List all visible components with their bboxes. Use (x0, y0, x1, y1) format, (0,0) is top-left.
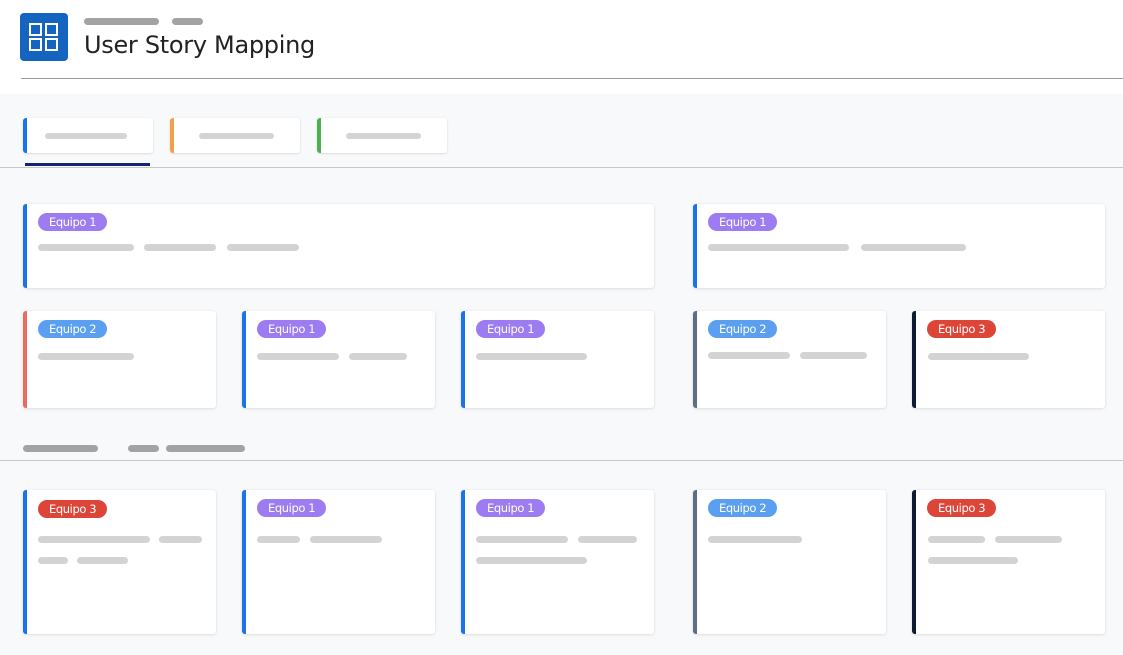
tab-accent (317, 118, 321, 153)
card-text (578, 536, 637, 543)
card-accent (912, 311, 916, 408)
team-badge: Equipo 1 (38, 213, 108, 231)
story-card[interactable]: Equipo 3 (912, 311, 1105, 408)
story-card[interactable]: Equipo 1 (461, 490, 654, 634)
release-label (128, 445, 159, 452)
card-text (476, 353, 587, 360)
team-badge: Equipo 3 (927, 320, 997, 338)
active-tab-indicator (25, 163, 150, 166)
card-accent (461, 311, 465, 408)
page-header: User Story Mapping (0, 0, 1123, 94)
story-card[interactable]: Equipo 1 (461, 311, 654, 408)
story-card[interactable]: Equipo 2 (693, 490, 886, 634)
card-text (38, 244, 134, 251)
card-accent (693, 490, 697, 634)
team-badge: Equipo 1 (476, 320, 546, 338)
card-text (310, 536, 382, 543)
team-badge: Equipo 1 (257, 499, 327, 517)
tab-label (45, 133, 127, 139)
card-accent (23, 204, 27, 288)
team-badge: Equipo 3 (38, 500, 108, 518)
tab-label (346, 133, 421, 139)
team-badge: Equipo 1 (708, 213, 778, 231)
card-text (38, 536, 150, 543)
team-badge: Equipo 1 (257, 320, 327, 338)
card-text (257, 536, 300, 543)
card-text (257, 353, 339, 360)
story-card[interactable]: Equipo 3 (912, 490, 1105, 634)
breadcrumb-item[interactable] (172, 18, 203, 25)
team-badge: Equipo 1 (476, 499, 546, 517)
release-divider (0, 460, 1123, 461)
card-text (708, 244, 849, 251)
tab-accent (23, 118, 27, 153)
card-text (928, 557, 1018, 564)
card-accent (242, 490, 246, 634)
breadcrumb-item[interactable] (84, 18, 159, 25)
card-text (77, 557, 128, 564)
card-text (159, 536, 202, 543)
tabs-divider (0, 167, 1123, 168)
card-text (708, 352, 790, 359)
story-card[interactable]: Equipo 3 (23, 490, 216, 634)
team-badge: Equipo 2 (38, 320, 108, 338)
card-text (38, 557, 68, 564)
tab-3[interactable] (317, 118, 447, 153)
card-text (38, 353, 134, 360)
card-accent (461, 490, 465, 634)
release-label (23, 445, 98, 452)
card-accent (23, 311, 27, 408)
card-text (708, 536, 802, 543)
grid-icon[interactable] (20, 13, 68, 61)
card-text (861, 244, 966, 251)
card-text (476, 557, 587, 564)
story-card[interactable]: Equipo 2 (693, 311, 886, 408)
card-text (995, 536, 1062, 543)
epic-card[interactable]: Equipo 1 (23, 204, 654, 288)
card-accent (242, 311, 246, 408)
tab-label (199, 133, 274, 139)
card-text (928, 536, 985, 543)
epic-card[interactable]: Equipo 1 (693, 204, 1105, 288)
story-card[interactable]: Equipo 1 (242, 490, 435, 634)
story-map-board: Equipo 1 Equipo 1 Equipo 2 Equipo 1 Equi… (0, 94, 1123, 655)
card-accent (693, 204, 697, 288)
tab-1[interactable] (23, 118, 153, 153)
team-badge: Equipo 2 (708, 320, 778, 338)
card-text (476, 536, 568, 543)
release-label (166, 445, 245, 452)
card-text (227, 244, 299, 251)
tab-2[interactable] (170, 118, 300, 153)
tab-accent (170, 118, 174, 153)
card-text (928, 353, 1029, 360)
card-accent (693, 311, 697, 408)
story-card[interactable]: Equipo 2 (23, 311, 216, 408)
page-title: User Story Mapping (84, 31, 315, 59)
team-badge: Equipo 2 (708, 499, 778, 517)
card-text (349, 353, 407, 360)
team-badge: Equipo 3 (927, 499, 997, 517)
header-divider (21, 78, 1123, 79)
card-accent (23, 490, 27, 634)
story-card[interactable]: Equipo 1 (242, 311, 435, 408)
card-accent (912, 490, 916, 634)
card-text (800, 352, 867, 359)
card-text (144, 244, 216, 251)
